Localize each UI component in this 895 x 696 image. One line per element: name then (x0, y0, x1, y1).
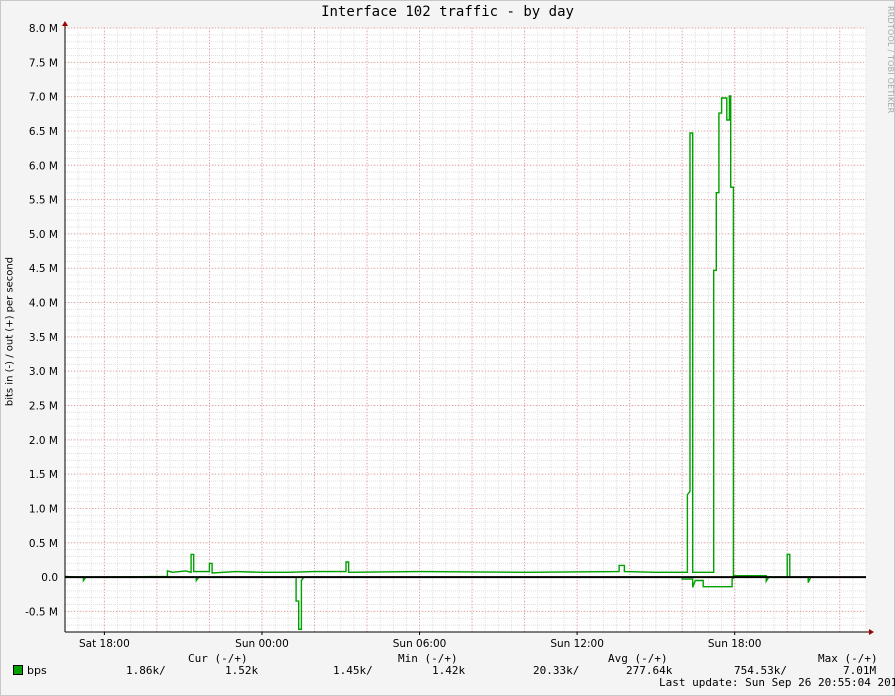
legend-swatch (13, 665, 23, 675)
y-tick-label: 7.5 M (29, 57, 58, 69)
y-tick-label: 2.5 M (29, 401, 58, 413)
legend-series-label: bps (27, 664, 47, 677)
x-tick-label: Sun 12:00 (550, 638, 604, 650)
y-tick-label: 3.5 M (29, 332, 58, 344)
x-tick-label: Sun 18:00 (708, 638, 762, 650)
y-tick-label: 6.5 M (29, 126, 58, 138)
y-tick-label: 4.5 M (29, 263, 58, 275)
y-tick-label: 7.0 M (29, 92, 58, 104)
last-update: Last update: Sun Sep 26 20:55:04 2010 (659, 676, 895, 689)
y-tick-label: 4.0 M (29, 298, 58, 310)
chart-area: 8.0 M 7.5 M 7.0 M 6.5 M 6.0 M 5.5 M 5.0 M 4.5 M… (25, 21, 874, 650)
y-tick-label: 8.0 M (29, 23, 58, 35)
legend-min-out: 1.42k (432, 664, 466, 677)
x-tick-label: Sat 18:00 (79, 638, 130, 650)
y-tick-label: 3.0 M (29, 366, 58, 378)
y-tick-label: 2.0 M (29, 435, 58, 447)
y-tick-label: 1.0 M (29, 503, 58, 515)
y-tick-label: 0.0 (41, 572, 58, 584)
x-axis-arrow (869, 629, 874, 635)
y-tick-label: -0.5 M (25, 606, 58, 618)
x-tick-label: Sun 00:00 (235, 638, 289, 650)
legend-min-in: 1.45k/ (333, 664, 373, 677)
legend-cur-in: 1.86k/ (126, 664, 166, 677)
legend-avg-in: 20.33k/ (533, 664, 580, 677)
y-tick-label: 1.5 M (29, 469, 58, 481)
y-tick-label: 0.5 M (29, 538, 58, 550)
y-tick-label: 5.5 M (29, 195, 58, 207)
legend-cur-out: 1.52k (225, 664, 259, 677)
y-tick-label: 5.0 M (29, 229, 58, 241)
y-axis-arrow (62, 21, 68, 26)
y-tick-label: 6.0 M (29, 160, 58, 172)
x-tick-label: Sun 06:00 (393, 638, 447, 650)
